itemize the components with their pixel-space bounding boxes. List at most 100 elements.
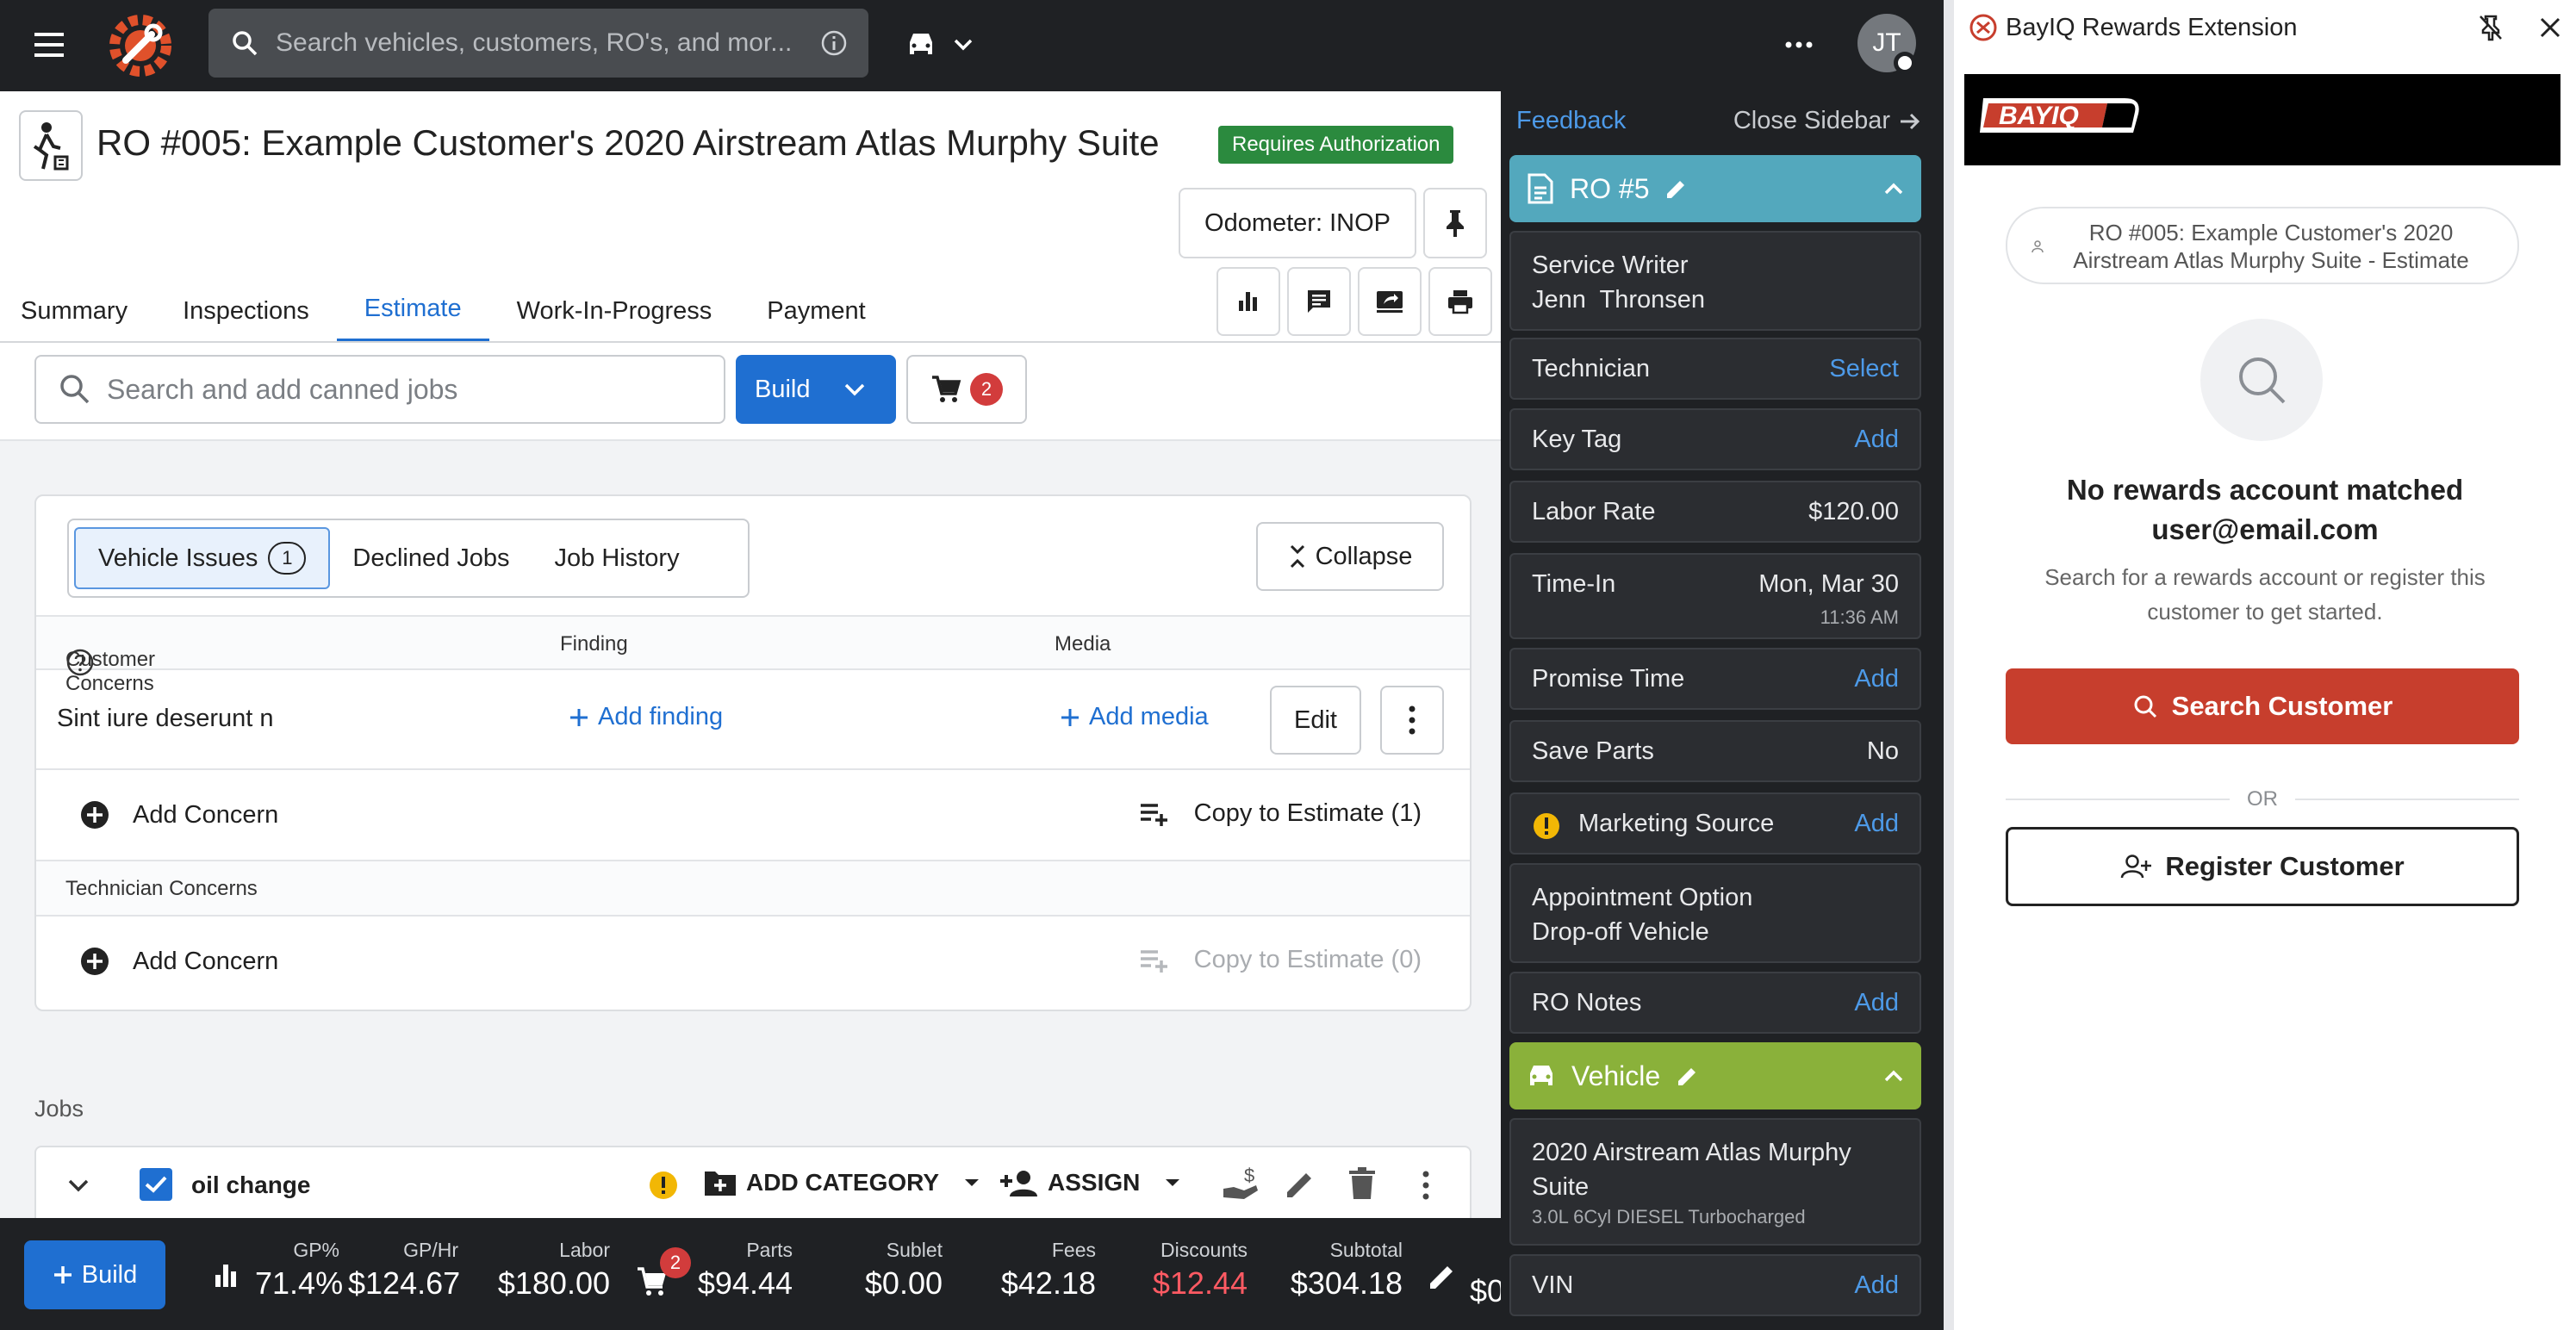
labor-rate-card[interactable]: Labor Rate $120.00 [1509,481,1921,543]
print-button[interactable] [1428,267,1492,336]
send-button[interactable] [1358,267,1422,336]
build-dropdown-button[interactable]: Build [736,355,896,424]
playlist-add-icon [1139,948,1170,973]
svg-text:BAYIQ: BAYIQ [1999,102,2079,130]
edit-pencil-icon[interactable] [1427,1261,1458,1292]
marketing-source-card: Marketing Source Add [1509,792,1921,855]
save-parts-card[interactable]: Save Parts No [1509,720,1921,782]
collapse-button[interactable]: Collapse [1256,522,1444,591]
register-customer-button[interactable]: Register Customer [2006,827,2519,906]
concern-menu-button[interactable] [1380,686,1444,755]
concern-text: Sint iure deserunt n [57,705,274,732]
tab-summary[interactable]: Summary [0,279,155,343]
pin-icon [1442,208,1468,239]
tab-work-in-progress[interactable]: Work-In-Progress [489,279,740,343]
issues-table-header: Customer Concerns Finding Media [36,615,1470,695]
add-finding-link[interactable]: Add finding [569,703,723,731]
close-sidebar-button[interactable]: Close Sidebar [1733,107,1921,135]
copy-to-estimate-button[interactable]: Copy to Estimate (1) [1139,799,1422,828]
price-hand-icon[interactable]: $ [1222,1165,1260,1203]
close-icon[interactable] [2538,16,2562,40]
add-technician-concern-button[interactable]: Add Concern [79,946,278,977]
ro-notes-card: RO Notes Add [1509,972,1921,1034]
vehicle-section-header[interactable]: Vehicle [1509,1042,1921,1109]
segment-declined-jobs[interactable]: Declined Jobs [330,527,532,589]
add-ro-notes-link[interactable]: Add [1854,989,1899,1017]
more-options-icon[interactable] [1778,24,1820,65]
car-icon [905,30,937,59]
search-customer-button[interactable]: Search Customer [2006,668,2519,744]
walk-in-customer-icon [19,110,83,181]
edit-pencil-icon[interactable] [1664,177,1689,201]
cart-button[interactable]: 2 [906,355,1027,424]
field-label: Appointment Option [1532,884,1753,911]
edit-pencil-icon[interactable] [1676,1064,1700,1088]
feedback-link[interactable]: Feedback [1516,107,1626,135]
vehicle-dropdown-button[interactable] [905,21,991,69]
unpin-icon[interactable] [2478,14,2504,41]
profit-chart-button[interactable] [1216,267,1280,336]
add-media-link[interactable]: Add media [1060,703,1209,731]
select-technician-link[interactable]: Select [1829,355,1899,383]
tab-estimate[interactable]: Estimate [336,279,489,343]
add-customer-concern-button[interactable]: Add Concern [79,799,278,830]
vehicle-info-card[interactable]: 2020 Airstream Atlas Murphy Suite 3.0L 6… [1509,1118,1921,1246]
tab-payment[interactable]: Payment [739,279,893,343]
info-icon[interactable] [820,29,848,57]
add-marketing-source-link[interactable]: Add [1854,810,1899,838]
parts-count-badge: 2 [660,1247,691,1278]
appointment-option-card[interactable]: Appointment Option Drop-off Vehicle [1509,863,1921,963]
svg-text:$: $ [1244,1165,1254,1186]
warning-icon [1532,811,1561,841]
technician-concern-actions: Add Concern Copy to Estimate (0) [36,917,1470,1010]
chevron-down-icon[interactable] [67,1178,90,1194]
copy-to-estimate-label: Copy to Estimate (0) [1193,946,1422,973]
field-label: Service Writer [1532,252,1689,279]
global-search-input[interactable]: Search vehicles, customers, RO's, and mo… [208,9,868,78]
ro-section-header[interactable]: RO #5 [1509,155,1921,222]
stat-label: Parts [746,1239,793,1261]
trash-icon[interactable] [1347,1166,1377,1201]
assign-button[interactable]: ASSIGN [999,1168,1181,1197]
segment-job-history[interactable]: Job History [532,527,702,589]
tab-inspections[interactable]: Inspections [155,279,337,343]
vehicle-name: 2020 Airstream Atlas Murphy Suite [1532,1139,1851,1201]
segment-vehicle-issues[interactable]: Vehicle Issues 1 [74,527,331,589]
chevron-up-icon[interactable] [1883,182,1904,196]
edit-pencil-icon[interactable] [1284,1168,1316,1201]
bar-chart-icon[interactable] [212,1261,240,1289]
copy-to-estimate-disabled-button[interactable]: Copy to Estimate (0) [1139,946,1422,974]
hamburger-menu-icon[interactable] [31,26,72,64]
field-label: Save Parts [1532,737,1654,765]
search-icon [2234,352,2289,407]
messages-button[interactable] [1287,267,1351,336]
stat-value: $180.00 [497,1265,610,1301]
add-key-tag-link[interactable]: Add [1854,426,1899,454]
time-in-card[interactable]: Time-In Mon, Mar 30 11:36 AM [1509,553,1921,639]
app-logo-icon[interactable] [107,12,174,79]
stat-value: $94.44 [697,1265,793,1301]
labor-rate-value: $120.00 [1808,498,1899,525]
add-vin-link[interactable]: Add [1854,1271,1899,1300]
bottom-build-button[interactable]: Build [24,1240,165,1309]
service-writer-card[interactable]: Service Writer Jenn Thronsen [1509,231,1921,331]
field-label: RO Notes [1532,989,1642,1016]
ro-context-chip[interactable]: RO #005: Example Customer's 2020 Airstre… [2006,207,2519,284]
printer-icon [1447,288,1474,315]
page-title: RO #005: Example Customer's 2020 Airstre… [96,122,1160,163]
pin-button[interactable] [1423,188,1487,258]
canned-jobs-search-input[interactable]: Search and add canned jobs [34,355,725,424]
save-parts-value: No [1866,737,1899,765]
add-category-button[interactable]: ADD CATEGORY [703,1168,980,1197]
stat-label: GP/Hr [403,1239,458,1261]
vertical-dots-icon[interactable] [1422,1170,1430,1201]
edit-concern-button[interactable]: Edit [1270,686,1361,755]
canned-jobs-search-placeholder: Search and add canned jobs [107,373,458,405]
customer-concern-actions: Add Concern Copy to Estimate (1) [36,770,1470,861]
odometer-button[interactable]: Odometer: INOP [1179,188,1416,258]
chevron-up-icon[interactable] [1883,1069,1904,1083]
job-checkbox[interactable] [140,1168,172,1201]
status-badge: Requires Authorization [1218,126,1454,164]
add-promise-time-link[interactable]: Add [1854,665,1899,693]
add-finding-label: Add finding [598,703,724,730]
